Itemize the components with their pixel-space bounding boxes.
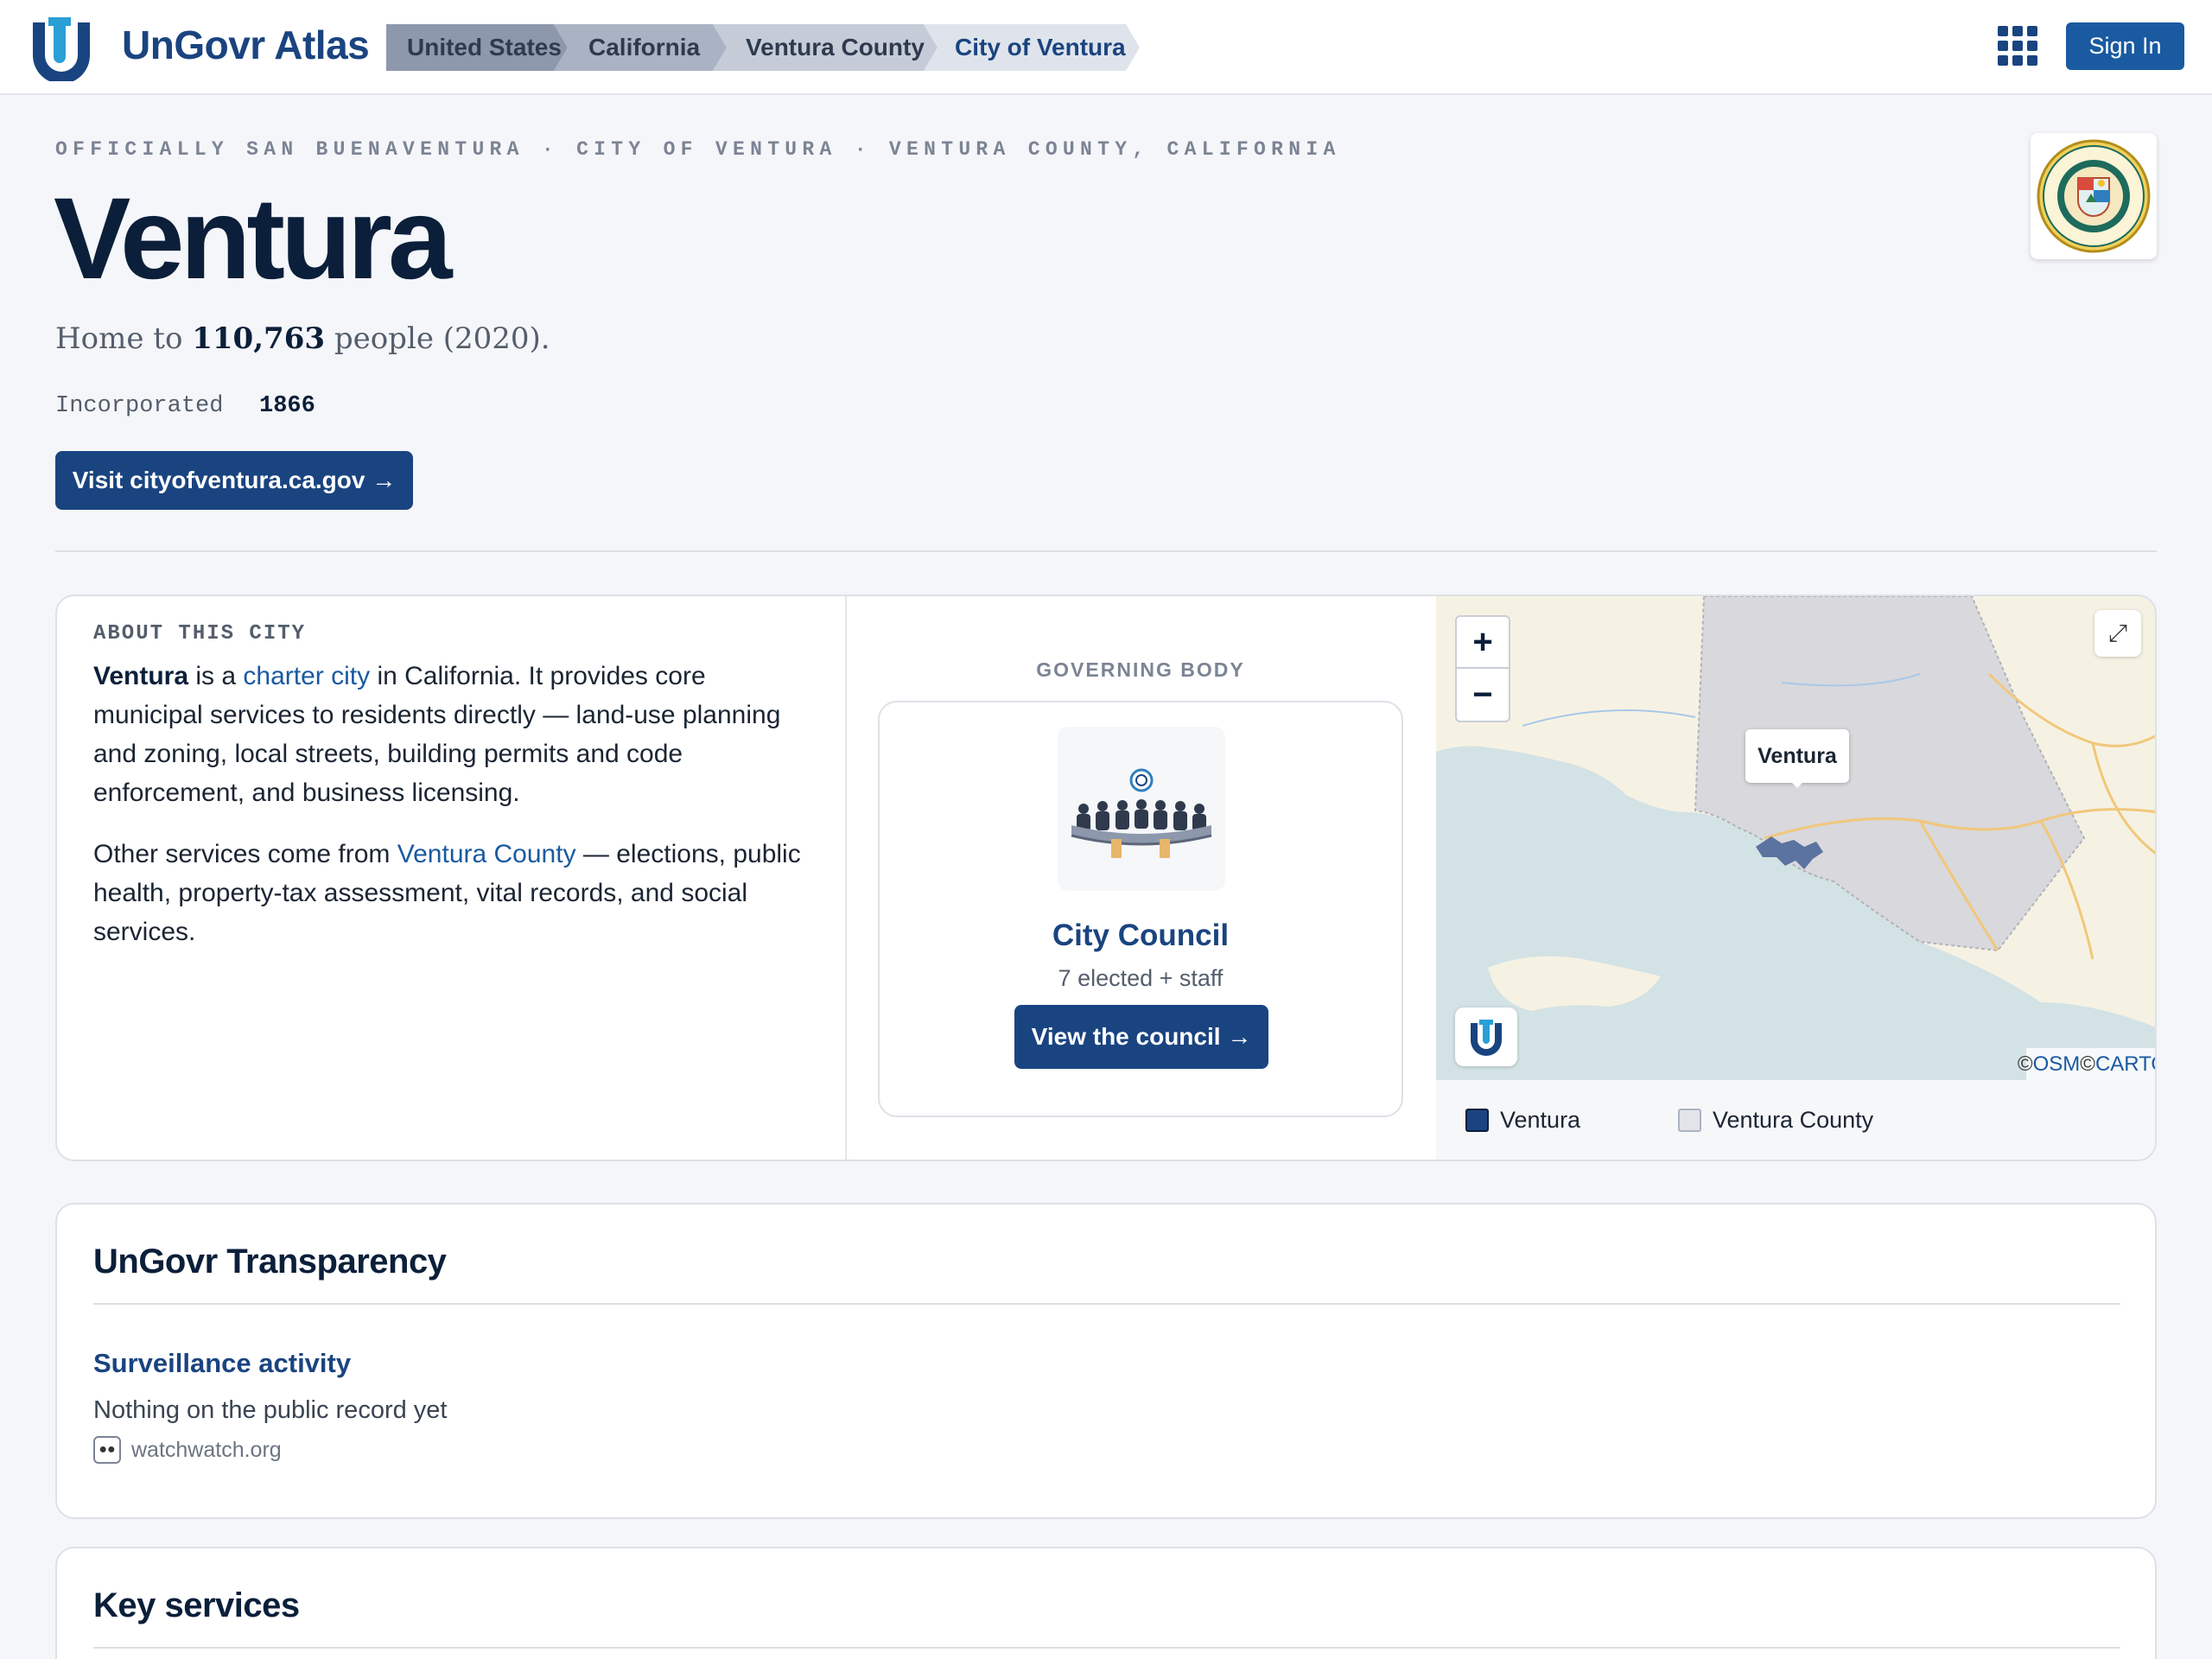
page-title: Ventura [54, 175, 453, 303]
transparency-title: UnGovr Transparency [93, 1243, 447, 1281]
population-value: 110,763 [192, 321, 326, 356]
source-link[interactable]: watchwatch.org [131, 1438, 282, 1463]
population-line: Home to 110,763 people (2020). [55, 321, 550, 356]
governing-body-heading: GOVERNING BODY [1036, 658, 1245, 681]
legend-swatch-ventura [1465, 1109, 1489, 1132]
about-section: ABOUT THIS CITY Ventura is a charter cit… [57, 596, 847, 1160]
section-divider [55, 550, 2157, 552]
city-council-card[interactable]: City Council 7 elected + staff View the … [878, 701, 1403, 1117]
population-suffix: people (2020). [325, 321, 550, 356]
city-name-bold: Ventura [93, 662, 189, 690]
zoom-in-button[interactable]: + [1457, 617, 1509, 669]
breadcrumb-california[interactable]: California [554, 24, 727, 71]
incorporated-value: 1866 [259, 393, 315, 419]
charter-city-link[interactable]: charter city [243, 662, 370, 690]
city-seal [2031, 133, 2157, 259]
key-services-card: Key services [55, 1547, 2157, 1659]
map-attribution: © OSM © CARTO [2018, 1048, 2155, 1080]
breadcrumb-united-states[interactable]: United States [386, 24, 568, 71]
governing-body-section: GOVERNING BODY City Council 7 elected + … [847, 596, 1434, 1160]
legend-label-ventura: Ventura [1500, 1107, 1581, 1133]
sign-in-button[interactable]: Sign In [2066, 22, 2184, 70]
ungovr-logo-icon [1471, 1020, 1502, 1056]
incorporated-label: Incorporated [55, 393, 224, 419]
map-panel: + − ⤢ Ventura © OSM © CARTO Ventura Vent… [1436, 596, 2155, 1160]
ventura-county-link[interactable]: Ventura County [397, 840, 576, 868]
about-text: is a [188, 662, 244, 690]
city-seal-icon [2037, 139, 2151, 253]
council-name[interactable]: City Council [880, 918, 1402, 953]
surveillance-status: Nothing on the public record yet [93, 1396, 448, 1424]
binoculars-icon: ●● [93, 1436, 121, 1464]
council-chamber-icon [1071, 768, 1212, 858]
official-name-eyebrow: OFFICIALLY SAN BUENAVENTURA · CITY OF VE… [55, 138, 1341, 161]
about-paragraph-2: Other services come from Ventura County … [93, 835, 819, 951]
surveillance-activity-link[interactable]: Surveillance activity [93, 1348, 351, 1379]
about-text: Other services come from [93, 840, 397, 868]
map-tiles [1436, 596, 2155, 1080]
fullscreen-icon[interactable]: ⤢ [2094, 610, 2141, 657]
osm-link[interactable]: OSM [2033, 1052, 2081, 1077]
map-legend: Ventura Ventura County [1436, 1080, 2155, 1160]
brand-name[interactable]: UnGovr Atlas [122, 22, 370, 68]
about-paragraph-1: Ventura is a charter city in California.… [93, 657, 819, 812]
map-view[interactable]: + − ⤢ Ventura © OSM © CARTO [1436, 596, 2155, 1080]
section-divider [93, 1303, 2120, 1305]
about-heading: ABOUT THIS CITY [93, 622, 307, 645]
legend-label-ventura-county: Ventura County [1713, 1107, 1874, 1133]
breadcrumb-city-of-ventura[interactable]: City of Ventura [924, 24, 1140, 71]
map-tooltip: Ventura [1745, 729, 1849, 788]
breadcrumb-ventura-county[interactable]: Ventura County [713, 24, 938, 71]
attribution-copyright: © [2080, 1052, 2095, 1076]
council-member-count: 7 elected + staff [1058, 965, 1224, 991]
visit-website-button[interactable]: Visit cityofventura.ca.gov → [55, 451, 413, 510]
transparency-card: UnGovr Transparency Surveillance activit… [55, 1203, 2157, 1519]
legend-swatch-ventura-county [1678, 1109, 1701, 1132]
city-overview-card: ABOUT THIS CITY Ventura is a charter cit… [55, 594, 2157, 1161]
key-services-title: Key services [93, 1586, 300, 1624]
population-prefix: Home to [55, 321, 193, 356]
attribution-copyright: © [2017, 1052, 2033, 1076]
section-divider [93, 1647, 2120, 1649]
zoom-control: + − [1455, 615, 1510, 722]
map-logo-button[interactable] [1455, 1007, 1517, 1066]
ungovr-logo-icon[interactable] [28, 14, 95, 81]
app-grid-icon[interactable] [1996, 24, 2039, 67]
carto-link[interactable]: CARTO [2095, 1052, 2155, 1077]
zoom-out-button[interactable]: − [1457, 669, 1509, 721]
top-navigation-bar: UnGovr Atlas United States California Ve… [0, 0, 2212, 95]
council-illustration [1058, 727, 1225, 891]
view-council-button[interactable]: View the council → [1014, 1005, 1268, 1069]
